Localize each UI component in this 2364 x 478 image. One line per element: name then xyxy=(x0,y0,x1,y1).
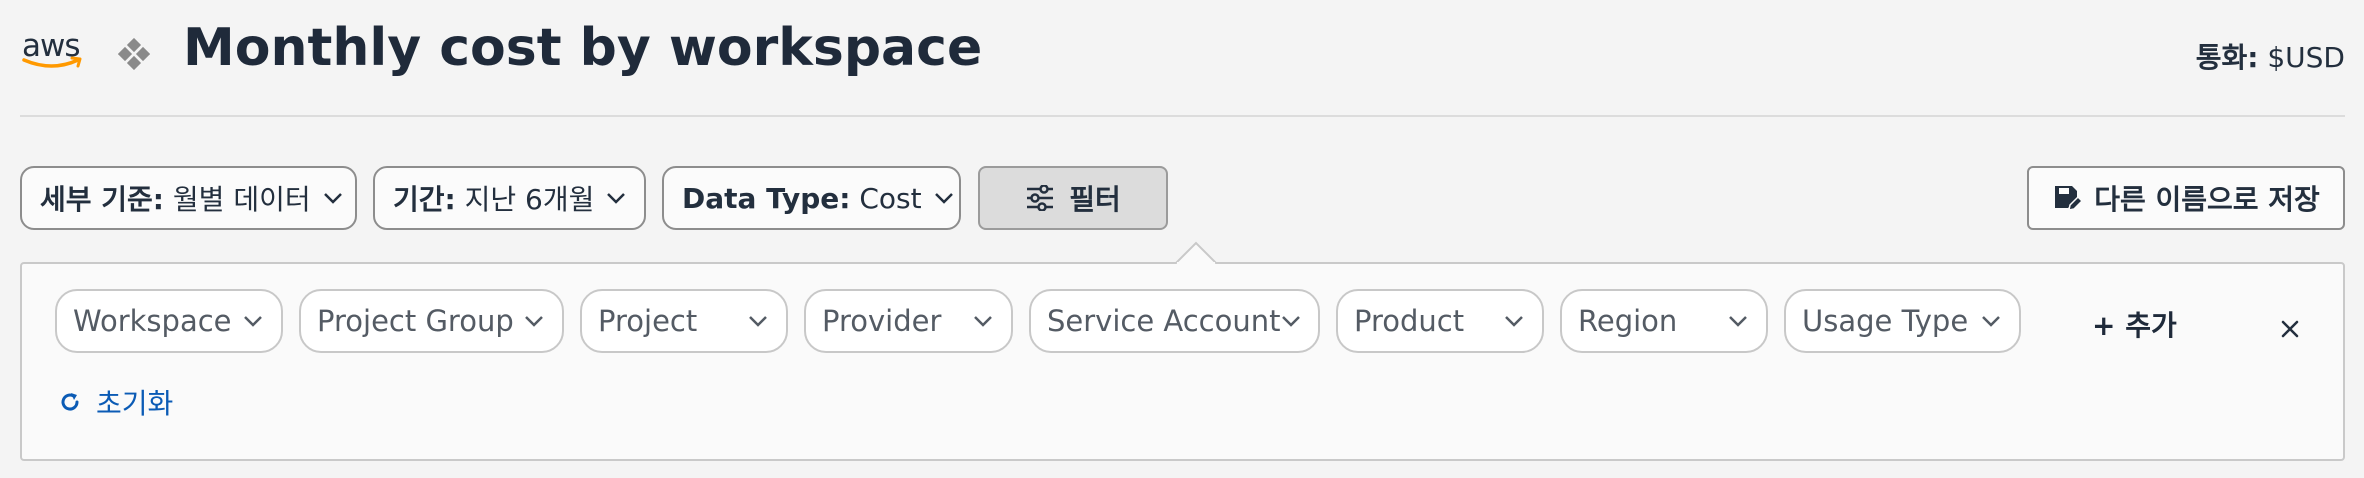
diamond-icon xyxy=(118,38,150,70)
reset-button[interactable]: 초기화 xyxy=(58,382,173,422)
chip-label: Usage Type xyxy=(1802,304,1969,338)
filter-chip-region[interactable]: Region xyxy=(1560,289,1768,353)
reset-label: 초기화 xyxy=(96,387,174,420)
filter-chip-provider[interactable]: Provider xyxy=(804,289,1013,353)
currency-label: 통화: xyxy=(2195,41,2259,74)
aws-smile-icon xyxy=(22,56,82,68)
filter-chip-project-group[interactable]: Project Group xyxy=(299,289,564,353)
chevron-down-icon xyxy=(934,193,953,204)
chip-label: Provider xyxy=(822,304,942,338)
chevron-down-icon xyxy=(1281,316,1300,327)
currency-indicator: 통화: $USD xyxy=(2196,36,2345,76)
save-edit-icon xyxy=(2055,186,2083,211)
chip-label: Region xyxy=(1578,304,1678,338)
chevron-down-icon xyxy=(607,193,626,204)
save-as-button[interactable]: 다른 이름으로 저장 xyxy=(2027,166,2345,230)
filter-chip-project[interactable]: Project xyxy=(580,289,788,353)
chip-label: Service Account xyxy=(1047,304,1281,338)
data-type-value: Cost xyxy=(859,181,922,215)
period-value: 지난 6개월 xyxy=(464,183,595,216)
granularity-value: 월별 데이터 xyxy=(172,183,311,216)
chip-label: Workspace xyxy=(73,304,232,338)
filter-button[interactable]: 필터 xyxy=(978,166,1168,230)
chevron-down-icon xyxy=(1982,316,2000,327)
filter-button-label: 필터 xyxy=(1069,183,1121,216)
data-type-label: Data Type: xyxy=(682,181,851,215)
granularity-label: 세부 기준: xyxy=(40,183,164,216)
filter-chip-usage-type[interactable]: Usage Type xyxy=(1784,289,2021,353)
panel-pointer xyxy=(1175,241,1217,264)
filter-panel: Workspace Project Group Project Provider… xyxy=(20,262,2345,461)
chip-label: Project xyxy=(598,304,698,338)
page-header: aws Monthly cost by workspace 통화: $USD xyxy=(20,0,2345,117)
aws-logo[interactable]: aws xyxy=(22,28,86,74)
chip-label: Product xyxy=(1354,304,1465,338)
refresh-icon xyxy=(61,393,79,411)
period-label: 기간: xyxy=(393,183,456,216)
chevron-down-icon xyxy=(525,316,543,327)
save-as-label: 다른 이름으로 저장 xyxy=(2094,183,2320,216)
add-filter-button[interactable]: + 추가 xyxy=(2092,304,2177,344)
sliders-icon xyxy=(1027,185,1054,211)
filter-chip-workspace[interactable]: Workspace xyxy=(55,289,283,353)
chevron-down-icon xyxy=(323,193,342,204)
currency-value: $USD xyxy=(2267,41,2345,74)
close-icon[interactable] xyxy=(2280,319,2300,339)
granularity-dropdown[interactable]: 세부 기준: 월별 데이터 xyxy=(20,166,357,230)
filter-chip-service-account[interactable]: Service Account xyxy=(1029,289,1320,353)
page-title: Monthly cost by workspace xyxy=(183,18,983,78)
chevron-down-icon xyxy=(749,316,767,327)
chevron-down-icon xyxy=(1505,316,1523,327)
chevron-down-icon xyxy=(1729,316,1747,327)
chip-label: Project Group xyxy=(317,304,514,338)
chevron-down-icon xyxy=(974,316,992,327)
data-type-dropdown[interactable]: Data Type: Cost xyxy=(662,166,961,230)
filter-chip-product[interactable]: Product xyxy=(1336,289,1544,353)
chevron-down-icon xyxy=(244,316,262,327)
period-dropdown[interactable]: 기간: 지난 6개월 xyxy=(373,166,646,230)
